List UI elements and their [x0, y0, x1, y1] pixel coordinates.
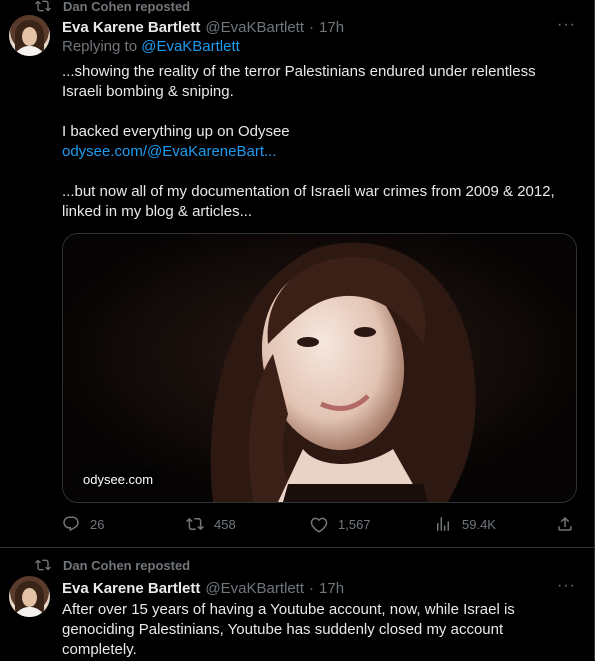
replying-prefix: Replying to: [62, 38, 138, 55]
timestamp[interactable]: 17h: [319, 580, 344, 597]
repost-icon: [186, 517, 204, 531]
text-line: After over 15 years of having a Youtube …: [62, 601, 515, 618]
like-button[interactable]: 1,567: [310, 515, 371, 533]
analytics-icon: [437, 517, 449, 531]
tweet[interactable]: Dan Cohen reposted Eva Karene Bartlett @…: [0, 0, 594, 547]
reply-button[interactable]: 26: [62, 515, 104, 533]
tweet-header: Eva Karene Bartlett @EvaKBartlett · 17h: [62, 17, 344, 37]
repost-icon: [35, 0, 51, 12]
tweet[interactable]: Dan Cohen reposted Eva Karene Bartlett @…: [0, 547, 594, 661]
card-domain: odysee.com: [79, 471, 158, 488]
text-line: linked in my blog & articles...: [62, 203, 253, 220]
share-icon: [558, 516, 572, 531]
text-line: ...but now all of my documentation of Is…: [62, 183, 555, 200]
separator: ·: [309, 579, 315, 597]
replying-handle-link[interactable]: @EvaKBartlett: [141, 38, 240, 55]
reply-count: 26: [90, 516, 105, 532]
text-line: genociding Palestinians, Youtube has sud…: [62, 621, 504, 638]
separator: ·: [309, 18, 315, 36]
text-line: ...showing the reality of the terror Pal…: [62, 63, 536, 80]
heart-icon: [310, 517, 328, 533]
timestamp[interactable]: 17h: [319, 19, 344, 36]
text-line: Israeli bombing & sniping.: [62, 83, 234, 100]
link-card[interactable]: odysee.com: [62, 233, 577, 503]
card-image: [63, 234, 576, 502]
avatar[interactable]: [9, 15, 50, 56]
avatar[interactable]: [9, 576, 50, 617]
repost-label: Dan Cohen reposted: [63, 0, 191, 14]
text-line: completely.: [62, 641, 137, 658]
tweet-text: After over 15 years of having a Youtube …: [62, 600, 577, 660]
repost-button[interactable]: 458: [186, 515, 236, 533]
repost-indicator[interactable]: Dan Cohen reposted: [35, 556, 190, 574]
repost-count: 458: [214, 516, 236, 532]
text-line: I backed everything up on Odysee: [62, 123, 290, 140]
share-button[interactable]: [556, 515, 584, 533]
repost-indicator[interactable]: Dan Cohen reposted: [35, 0, 190, 15]
reply-icon: [63, 516, 79, 532]
author-handle[interactable]: @EvaKBartlett: [205, 19, 304, 36]
tweet-text: ...showing the reality of the terror Pal…: [62, 62, 577, 222]
action-bar: 26 458 1,567 59.4K: [62, 515, 577, 535]
like-count: 1,567: [338, 516, 371, 532]
repost-icon: [35, 559, 51, 571]
repost-label: Dan Cohen reposted: [63, 557, 191, 573]
more-icon[interactable]: ···: [557, 16, 576, 34]
author-name[interactable]: Eva Karene Bartlett: [62, 580, 200, 597]
author-name[interactable]: Eva Karene Bartlett: [62, 19, 200, 36]
tweet-header: Eva Karene Bartlett @EvaKBartlett · 17h: [62, 578, 344, 598]
view-count: 59.4K: [462, 516, 496, 532]
more-icon[interactable]: ···: [557, 577, 576, 595]
replying-to: Replying to @EvaKBartlett: [62, 38, 240, 55]
views-button[interactable]: 59.4K: [434, 515, 496, 533]
odysee-link[interactable]: odysee.com/@EvaKareneBart...: [62, 142, 577, 162]
author-handle[interactable]: @EvaKBartlett: [205, 580, 304, 597]
